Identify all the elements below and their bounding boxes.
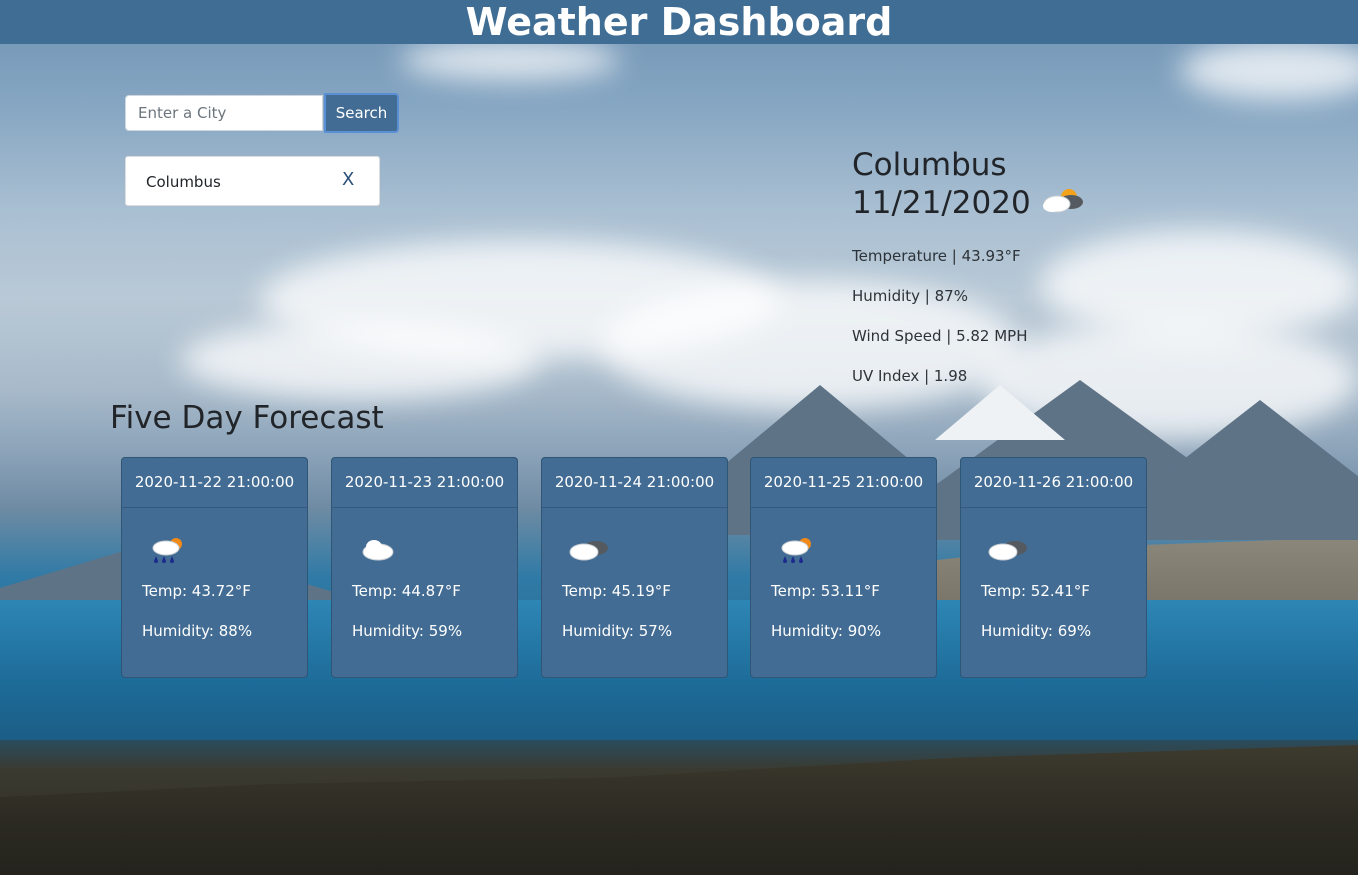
current-date: 11/21/2020: [852, 185, 1031, 221]
current-temperature: Temperature | 43.93°F: [852, 247, 1021, 265]
current-uv-index: UV Index | 1.98: [852, 367, 968, 385]
app-header: Weather Dashboard: [0, 0, 1358, 44]
forecast-humidity: Humidity: 90%: [771, 622, 882, 640]
forecast-date: 2020-11-26 21:00:00: [961, 458, 1146, 508]
forecast-humidity: Humidity: 59%: [352, 622, 463, 640]
forecast-date: 2020-11-24 21:00:00: [542, 458, 727, 508]
rain-sun-icon: [775, 534, 817, 570]
page-title: Weather Dashboard: [465, 0, 893, 44]
forecast-humidity: Humidity: 57%: [562, 622, 673, 640]
forecast-humidity: Humidity: 69%: [981, 622, 1092, 640]
broken-clouds-icon: [566, 534, 612, 570]
cloud-sun-icon: [1041, 185, 1085, 224]
remove-history-button[interactable]: X: [342, 169, 354, 190]
broken-clouds-icon: [985, 534, 1031, 570]
forecast-date: 2020-11-25 21:00:00: [751, 458, 936, 508]
forecast-temp: Temp: 44.87°F: [352, 582, 461, 600]
rain-sun-icon: [146, 534, 188, 570]
forecast-temp: Temp: 52.41°F: [981, 582, 1090, 600]
cloud-icon: [356, 534, 398, 570]
history-item-label[interactable]: Columbus: [146, 173, 221, 191]
forecast-card: 2020-11-26 21:00:00 Temp: 52.41°F Humidi…: [960, 457, 1147, 678]
forecast-title: Five Day Forecast: [110, 400, 384, 436]
forecast-humidity: Humidity: 88%: [142, 622, 253, 640]
current-city: Columbus: [852, 147, 1007, 183]
forecast-card: 2020-11-24 21:00:00 Temp: 45.19°F Humidi…: [541, 457, 728, 678]
forecast-temp: Temp: 43.72°F: [142, 582, 251, 600]
forecast-temp: Temp: 45.19°F: [562, 582, 671, 600]
city-search-input[interactable]: [125, 95, 323, 131]
history-item[interactable]: Columbus X: [125, 156, 380, 206]
forecast-card: 2020-11-23 21:00:00 Temp: 44.87°F Humidi…: [331, 457, 518, 678]
search-button[interactable]: Search: [324, 93, 399, 133]
current-wind-speed: Wind Speed | 5.82 MPH: [852, 327, 1028, 345]
forecast-date: 2020-11-23 21:00:00: [332, 458, 517, 508]
current-humidity: Humidity | 87%: [852, 287, 968, 305]
forecast-card: 2020-11-25 21:00:00 Temp: 53.11°F Humidi…: [750, 457, 937, 678]
forecast-card: 2020-11-22 21:00:00 Temp: 43.72°F Humidi…: [121, 457, 308, 678]
forecast-temp: Temp: 53.11°F: [771, 582, 880, 600]
forecast-date: 2020-11-22 21:00:00: [122, 458, 307, 508]
current-weather-heading: Columbus 11/21/2020: [852, 146, 1272, 224]
current-weather: Columbus 11/21/2020 Temperature | 43.93°…: [852, 146, 1272, 396]
